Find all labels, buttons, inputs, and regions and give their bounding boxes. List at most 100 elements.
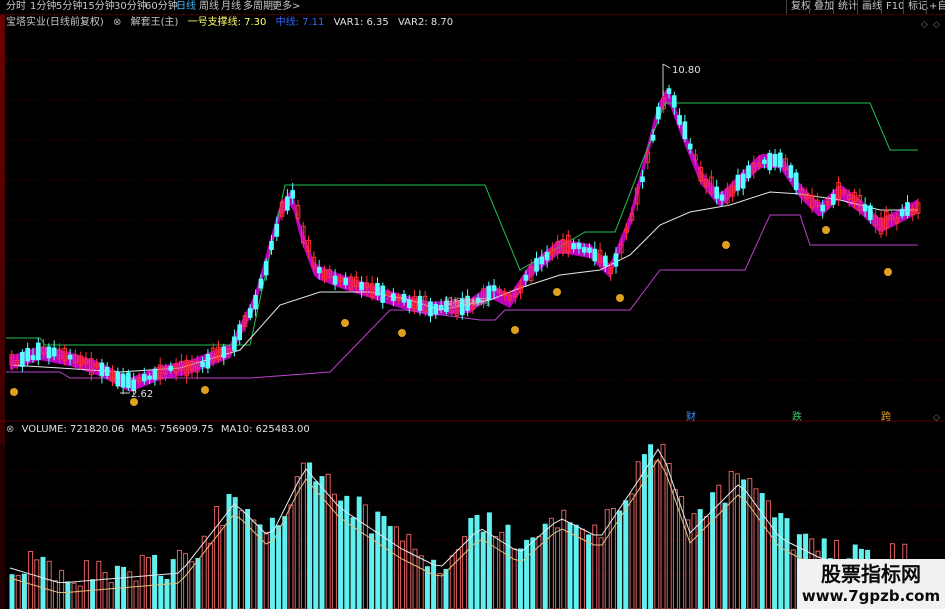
candle	[868, 205, 873, 220]
volume-bar	[282, 516, 288, 609]
volume-bar	[90, 579, 96, 609]
volume-bar	[77, 585, 83, 609]
volume-bar	[369, 533, 375, 609]
candle	[592, 248, 598, 262]
volume-bar	[170, 559, 176, 609]
volume-bar	[34, 559, 40, 609]
volume-bar	[542, 523, 548, 609]
candle	[714, 186, 720, 199]
candle	[746, 165, 751, 179]
candle	[433, 304, 439, 315]
candle	[20, 351, 25, 367]
volume-bar	[375, 511, 381, 609]
candle	[640, 176, 645, 183]
candle	[735, 174, 741, 191]
money-bag-icon	[341, 319, 349, 327]
volume-bar	[592, 524, 598, 609]
volume-bar	[133, 580, 139, 609]
candle	[576, 242, 582, 249]
volume-bar	[579, 528, 585, 609]
volume-bar	[195, 558, 201, 609]
candle	[862, 204, 868, 212]
candle	[115, 371, 121, 387]
volume-bar	[387, 526, 393, 609]
candle	[603, 255, 608, 267]
money-bag-icon	[511, 326, 519, 334]
volume-bar	[468, 517, 474, 609]
volume-bar	[567, 522, 573, 609]
volume-bar	[437, 572, 443, 609]
money-bag-icon	[201, 386, 209, 394]
candle	[666, 88, 672, 95]
candle	[120, 373, 126, 388]
mark-die: 跌	[792, 410, 802, 423]
volume-bar	[623, 500, 629, 609]
money-bag-icon	[884, 268, 892, 276]
watermark-title: 股票指标网	[821, 562, 921, 586]
kline-chart[interactable]: 10.80 2.62 股标指标网 财 跌 跨 ◇ ◇ ◇	[0, 0, 945, 609]
volume-bar	[381, 516, 387, 609]
candle	[51, 347, 57, 357]
candle	[831, 194, 836, 205]
volume-bar	[276, 525, 282, 609]
candle	[899, 209, 905, 217]
diamond-icon[interactable]: ◇	[921, 20, 928, 30]
volume-bar	[772, 517, 778, 609]
volume-bar	[431, 559, 437, 609]
volume-bar	[617, 510, 623, 609]
candle	[258, 278, 264, 289]
volume-bar	[158, 575, 164, 609]
volume-bar	[561, 509, 567, 609]
money-bag-icon	[398, 329, 406, 337]
candle	[290, 190, 295, 199]
volume-bar	[152, 554, 158, 609]
volume-bar	[214, 506, 220, 609]
volume-bar	[629, 493, 635, 609]
volume-bar	[486, 512, 492, 609]
candle	[762, 159, 767, 164]
candle	[820, 204, 826, 212]
volume-bar	[790, 549, 796, 609]
candle	[793, 172, 799, 190]
candle	[391, 293, 396, 301]
volume-bar	[9, 574, 15, 609]
volume-bar	[189, 561, 195, 609]
candle	[232, 336, 237, 351]
volume-bar	[517, 548, 523, 609]
candle	[740, 173, 746, 189]
candle	[168, 365, 174, 371]
candle	[581, 247, 587, 253]
candle	[25, 347, 30, 362]
mid-watermark-label: 股标指标网	[444, 296, 489, 308]
volume-bar	[356, 496, 362, 609]
money-bag-icon	[10, 388, 18, 396]
candle	[650, 134, 656, 141]
high-price-label: 10.80	[672, 65, 701, 76]
volume-bar	[406, 533, 412, 609]
volume-bar	[350, 517, 356, 609]
volume-bar	[778, 513, 784, 609]
volume-bar	[393, 526, 399, 609]
candle	[274, 223, 280, 237]
candle	[269, 241, 274, 250]
candle	[719, 194, 725, 201]
candle	[523, 274, 529, 281]
diamond-icon[interactable]: ◇	[933, 20, 940, 30]
volume-bar	[65, 581, 71, 609]
volume-bar	[288, 504, 294, 609]
volume-bar	[362, 504, 368, 609]
diamond-icon[interactable]: ◇	[933, 413, 940, 423]
candle	[67, 354, 73, 360]
volume-bar	[183, 553, 189, 609]
candle	[656, 106, 661, 120]
volume-bar	[46, 560, 52, 609]
volume-bar	[505, 524, 511, 609]
volume-bar	[220, 524, 226, 609]
candle	[778, 152, 783, 168]
volume-bar	[28, 550, 34, 609]
candle	[36, 342, 41, 360]
candle	[200, 361, 205, 368]
candle	[788, 165, 794, 178]
site-watermark: 股票指标网 www.7gpzb.com	[797, 559, 945, 609]
volume-bar	[139, 554, 145, 609]
